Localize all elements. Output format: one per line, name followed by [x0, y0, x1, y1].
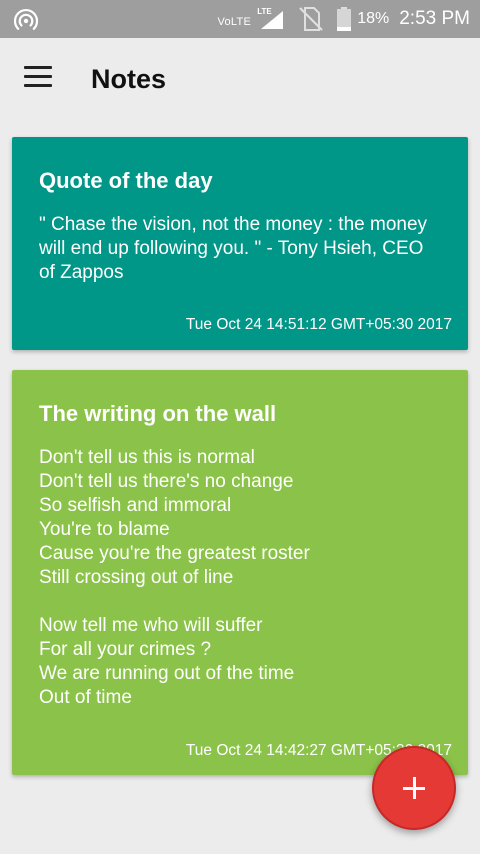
battery-icon: [337, 7, 352, 31]
note-date: Tue Oct 24 14:51:12 GMT+05:30 2017: [185, 316, 452, 333]
volte-label: VoLTE: [217, 16, 252, 28]
no-sim-icon: [299, 7, 323, 31]
add-note-button[interactable]: [372, 746, 456, 830]
hamburger-menu-icon[interactable]: [24, 66, 58, 94]
note-title: Quote of the day: [39, 168, 213, 193]
hotspot-icon: [14, 9, 38, 30]
note-body: Don't tell us this is normal Don't tell …: [39, 447, 310, 708]
status-bar: VoLTE LTE 18% 2:53 PM: [0, 0, 480, 38]
signal-icon: LTE: [255, 7, 285, 31]
status-clock: 2:53 PM: [399, 8, 470, 29]
note-title: The writing on the wall: [39, 401, 277, 426]
note-card-writing-on-the-wall[interactable]: The writing on the wall Don't tell us th…: [12, 370, 468, 775]
lte-label: LTE: [257, 7, 272, 16]
add-icon: [403, 777, 425, 799]
page-title: Notes: [91, 64, 167, 94]
battery-percent: 18%: [357, 10, 390, 27]
app-bar: Notes: [0, 38, 480, 122]
status-indicators: VoLTE LTE 18% 2:53 PM: [217, 0, 470, 38]
note-card-quote-of-the-day[interactable]: Quote of the day " Chase the vision, not…: [12, 137, 468, 350]
note-body: " Chase the vision, not the money : the …: [39, 214, 428, 283]
